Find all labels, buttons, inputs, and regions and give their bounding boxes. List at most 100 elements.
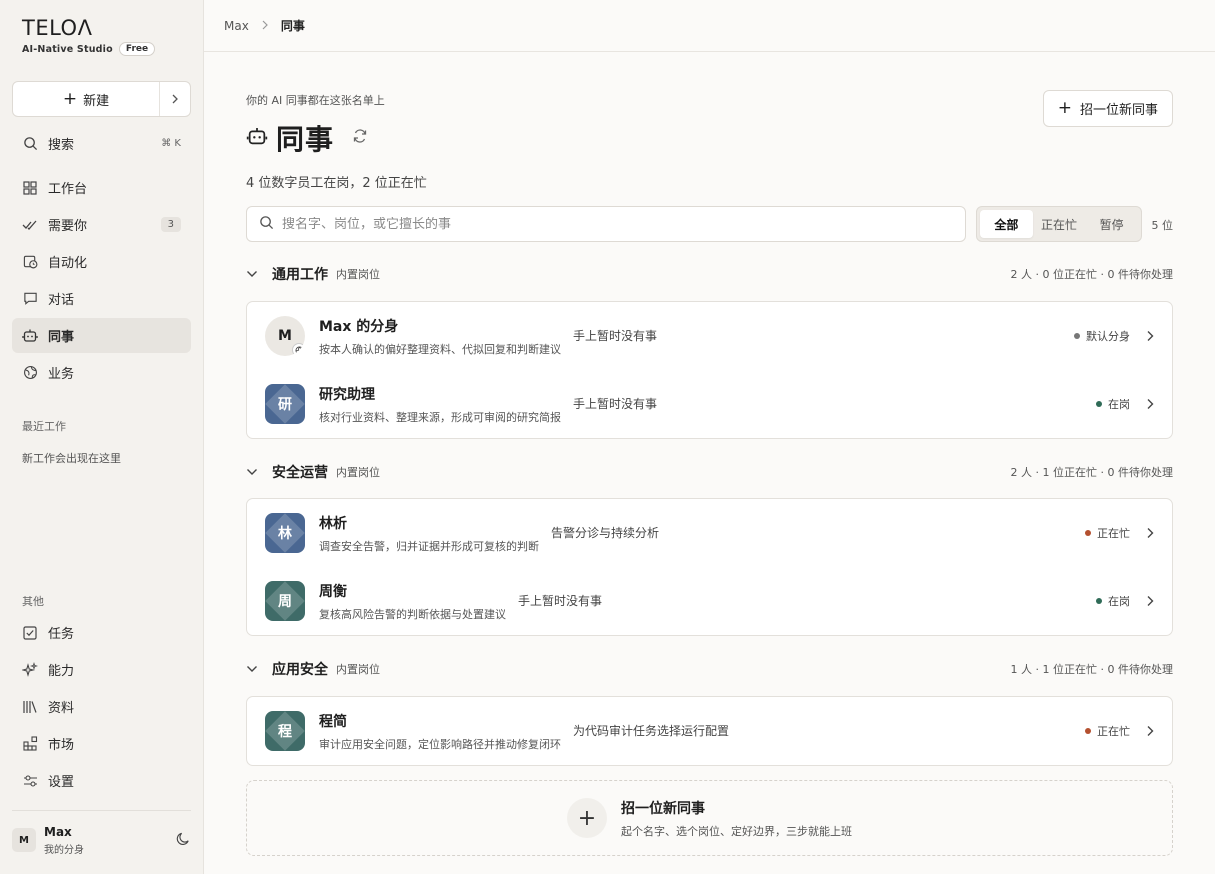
chevron-right-icon [1146, 595, 1154, 607]
page-subtitle: 4 位数字员工在岗，2 位正在忙 [246, 176, 427, 191]
avatar: 林 [265, 513, 305, 553]
chevron-right-icon [261, 19, 269, 33]
page-title: 同事 [276, 123, 335, 156]
group-header[interactable]: 安全运营 内置岗位 2 人 · 1 位正在忙 · 0 件待你处理 [246, 462, 1173, 482]
colleague-description: 核对行业资料、整理来源，形成可审阅的研究简报 [319, 410, 561, 424]
double-check-icon [22, 217, 38, 233]
colleague-description: 审计应用安全问题，定位影响路径并推动修复闭环 [319, 737, 561, 751]
recruit-button[interactable]: + 招一位新同事 [1042, 90, 1173, 127]
needs-you-count-badge: 3 [160, 217, 181, 232]
group-tag: 内置岗位 [336, 663, 380, 676]
status-dot [1096, 401, 1102, 407]
chevron-down-icon [246, 665, 262, 673]
filter-all[interactable]: 全部 [980, 210, 1033, 238]
chevron-right-icon [1146, 527, 1154, 539]
sidebar-item-label: 自动化 [48, 256, 88, 271]
group-stats: 1 人 · 1 位正在忙 · 0 件待你处理 [1010, 663, 1173, 676]
search-icon [22, 136, 38, 152]
colleague-row[interactable]: M Max 的分身 按本人确认的偏好整理资料、代拟回复和判断建议 手上暂时没有事… [247, 302, 1172, 370]
chevron-down-icon [246, 270, 262, 278]
colleague-description: 按本人确认的偏好整理资料、代拟回复和判断建议 [319, 342, 561, 356]
sidebar-item-market[interactable]: 市场 [12, 726, 191, 761]
recruit-card-title: 招一位新同事 [621, 800, 705, 817]
chevron-right-icon [1146, 330, 1154, 342]
sidebar-item-colleagues[interactable]: 同事 [12, 318, 191, 353]
plus-icon: + [62, 88, 78, 109]
sidebar-item-tasks[interactable]: 任务 [12, 615, 191, 650]
recruit-button-label: 招一位新同事 [1079, 103, 1158, 118]
colleague-name: 周衡 [319, 583, 347, 600]
filter-paused[interactable]: 暂停 [1085, 210, 1138, 238]
user-name: Max [44, 824, 72, 839]
sidebar-item-business[interactable]: 业务 [12, 355, 191, 390]
refresh-icon[interactable] [352, 128, 368, 148]
status-dot [1074, 333, 1080, 339]
calendar-clock-icon [22, 254, 38, 270]
status-dot [1085, 530, 1091, 536]
sidebar-item-label: 任务 [48, 627, 75, 642]
sidebar-item-settings[interactable]: 设置 [12, 763, 191, 798]
apps-icon [22, 736, 38, 752]
sidebar: TELOΛ AI-Native Studio Free + 新建 搜索 ⌘ K [0, 0, 204, 874]
logo[interactable]: TELOΛ AI-Native Studio Free [22, 16, 156, 56]
plus-icon: + [567, 798, 607, 838]
globe-icon [22, 365, 38, 381]
colleague-description: 调查安全告警，归并证据并形成可复核的判断 [319, 539, 539, 553]
status-filter: 全部 正在忙 暂停 [976, 206, 1142, 242]
sidebar-item-label: 对话 [48, 293, 75, 308]
search-input[interactable] [282, 216, 953, 232]
avatar: 程 [265, 711, 305, 751]
sidebar-item-search[interactable]: 搜索 ⌘ K [12, 126, 191, 161]
colleague-name: 程简 [319, 713, 347, 730]
sidebar-item-workbench[interactable]: 工作台 [12, 170, 191, 205]
colleague-name: 林析 [319, 515, 347, 532]
sidebar-item-label: 资料 [48, 701, 75, 716]
globe-icon [292, 343, 305, 356]
status-badge: 在岗 [1096, 396, 1130, 412]
group-name: 通用工作 [272, 267, 328, 283]
recruit-card[interactable]: + 招一位新同事 起个名字、选个岗位、定好边界，三步就能上班 [246, 780, 1173, 856]
sidebar-item-label: 设置 [48, 775, 75, 790]
colleague-row[interactable]: 周 周衡 复核高风险告警的判断依据与处置建议 手上暂时没有事 在岗 [247, 567, 1172, 635]
colleague-description: 复核高风险告警的判断依据与处置建议 [319, 607, 506, 621]
library-icon [22, 699, 38, 715]
colleague-task: 告警分诊与持续分析 [551, 525, 660, 540]
breadcrumb: Max 同事 [204, 0, 1215, 52]
group-stats: 2 人 · 0 位正在忙 · 0 件待你处理 [1010, 268, 1173, 281]
new-button[interactable]: + 新建 [13, 82, 160, 116]
colleague-task: 手上暂时没有事 [573, 396, 658, 411]
sidebar-item-capabilities[interactable]: 能力 [12, 652, 191, 687]
colleague-row[interactable]: 研 研究助理 核对行业资料、整理来源，形成可审阅的研究简报 手上暂时没有事 在岗 [247, 370, 1172, 438]
other-heading: 其他 [22, 595, 44, 608]
search-nav: 搜索 ⌘ K [12, 126, 191, 163]
sidebar-item-library[interactable]: 资料 [12, 689, 191, 724]
status-badge: 正在忙 [1085, 525, 1130, 541]
colleague-task: 为代码审计任务选择运行配置 [573, 723, 730, 738]
sidebar-item-automation[interactable]: 自动化 [12, 244, 191, 279]
main-nav: 工作台 需要你 3 自动化 对话 同事 业务 [12, 170, 191, 392]
group-header[interactable]: 应用安全 内置岗位 1 人 · 1 位正在忙 · 0 件待你处理 [246, 659, 1173, 679]
sliders-icon [22, 773, 38, 789]
user-subtitle: 我的分身 [44, 844, 84, 856]
sidebar-item-chat[interactable]: 对话 [12, 281, 191, 316]
moon-icon[interactable] [176, 831, 191, 850]
robot-icon [22, 328, 38, 344]
status-badge: 在岗 [1096, 593, 1130, 609]
breadcrumb-current: 同事 [280, 19, 305, 33]
status-dot [1085, 728, 1091, 734]
colleague-row[interactable]: 程 程简 审计应用安全问题，定位影响路径并推动修复闭环 为代码审计任务选择运行配… [247, 697, 1172, 765]
group-header[interactable]: 通用工作 内置岗位 2 人 · 0 位正在忙 · 0 件待你处理 [246, 264, 1173, 284]
group-name: 安全运营 [272, 465, 328, 481]
filter-busy[interactable]: 正在忙 [1033, 210, 1086, 238]
avatar: 研 [265, 384, 305, 424]
main-area: Max 同事 你的 AI 同事都在这张名单上 同事 4 位数字员工在岗，2 位正… [204, 0, 1215, 874]
breadcrumb-parent[interactable]: Max [224, 19, 249, 33]
new-options-button[interactable] [160, 82, 190, 116]
grid-icon [22, 180, 38, 196]
colleague-task: 手上暂时没有事 [518, 593, 603, 608]
user-profile[interactable]: M Max 我的分身 [12, 822, 191, 858]
group-card: 林 林析 调查安全告警，归并证据并形成可复核的判断 告警分诊与持续分析 正在忙 … [246, 498, 1173, 636]
sidebar-item-needs-you[interactable]: 需要你 3 [12, 207, 191, 242]
colleague-row[interactable]: 林 林析 调查安全告警，归并证据并形成可复核的判断 告警分诊与持续分析 正在忙 [247, 499, 1172, 567]
sidebar-item-label: 市场 [48, 738, 75, 753]
